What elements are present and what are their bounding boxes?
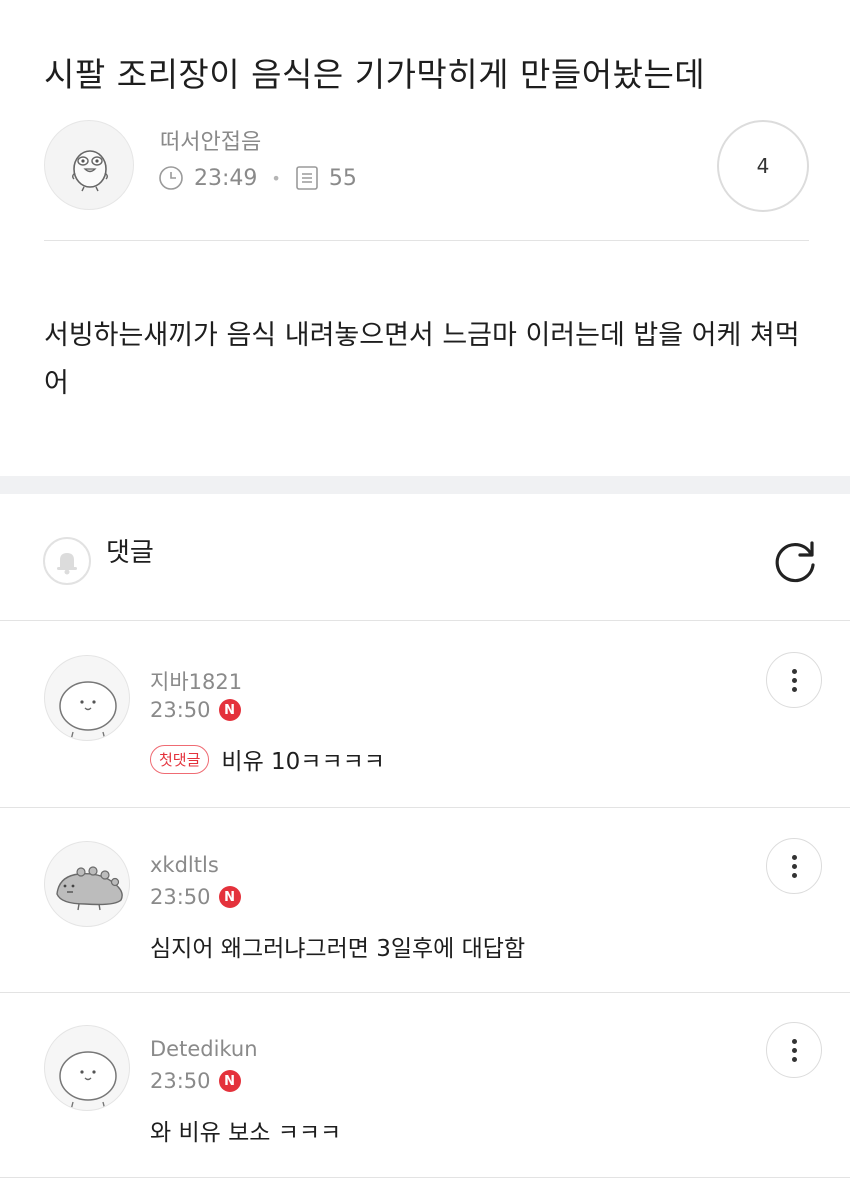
more-vertical-icon-dot — [791, 668, 797, 674]
comment-content: 와 비유 보소 ㅋㅋㅋ — [150, 1113, 341, 1147]
more-vertical-icon-dot — [791, 677, 797, 683]
comment-item: xkdltls 23:50 N 심지어 왜그러냐그러면 3일후에 대답함 — [0, 808, 850, 993]
comment-content: 심지어 왜그러냐그러면 3일후에 대답함 — [150, 929, 525, 963]
first-comment-badge: 첫댓글 — [150, 744, 210, 774]
post-title: 시팔 조리장이 음식은 기가막히게 만들어놨는데 — [44, 55, 706, 94]
comment-avatar[interactable] — [44, 655, 130, 741]
comment-text: 비유 10ㅋㅋㅋㅋ — [221, 749, 385, 775]
blob-character-icon — [59, 1051, 117, 1110]
comment-more-button[interactable] — [766, 1022, 822, 1078]
comment-avatar[interactable] — [44, 1025, 130, 1111]
comment-avatar[interactable] — [44, 841, 130, 927]
comment-text: 와 비유 보소 ㅋㅋㅋ — [150, 1120, 342, 1146]
comment-text: 심지어 왜그러냐그러면 3일후에 대답함 — [150, 936, 526, 962]
comment-item: 지바1821 23:50 N 첫댓글 비유 10ㅋㅋㅋㅋ — [0, 621, 850, 808]
new-badge: N — [218, 886, 241, 908]
clock-icon — [159, 166, 183, 190]
refresh-icon — [775, 541, 815, 583]
new-badge: N — [218, 1070, 241, 1092]
more-vertical-icon-dot — [791, 1038, 797, 1044]
more-vertical-icon-dot — [791, 872, 797, 878]
comment-item: Detedikun 23:50 N 와 비유 보소 ㅋㅋㅋ — [0, 993, 850, 1179]
blob-character-icon — [59, 681, 117, 740]
header-divider — [44, 240, 809, 241]
comment-meta: 23:50 N — [150, 698, 241, 722]
comments-title: 댓글 — [106, 538, 154, 568]
comment-author[interactable]: Detedikun — [150, 1037, 258, 1061]
comment-author[interactable]: 지바1821 — [150, 666, 242, 696]
comment-time: 23:50 — [150, 1069, 211, 1093]
notification-button[interactable] — [43, 537, 91, 585]
section-divider — [0, 476, 850, 494]
post-header: 시팔 조리장이 음식은 기가막히게 만들어놨는데 떠서안접음 23:49 • 5… — [0, 0, 850, 241]
comment-time: 23:50 — [150, 698, 211, 722]
comment-time: 23:50 — [150, 885, 211, 909]
comment-more-button[interactable] — [766, 838, 822, 894]
comment-more-button[interactable] — [766, 652, 822, 708]
more-vertical-icon-dot — [791, 1056, 797, 1062]
document-icon — [296, 166, 318, 190]
post-meta: 23:49 • 55 — [158, 164, 357, 192]
more-vertical-icon-dot — [791, 1047, 797, 1053]
view-count: 55 — [328, 165, 357, 191]
post-time: 23:49 — [194, 165, 258, 191]
dinosaur-character-icon — [56, 866, 123, 911]
refresh-button[interactable] — [770, 536, 820, 586]
comment-meta: 23:50 N — [150, 885, 241, 909]
comment-author[interactable]: xkdltls — [150, 853, 219, 877]
author-avatar[interactable] — [44, 120, 134, 210]
post-body: 서빙하는새끼가 음식 내려놓으면서 느금마 이러는데 밥을 어케 쳐먹어 — [44, 320, 800, 399]
more-vertical-icon-dot — [791, 854, 797, 860]
comment-meta: 23:50 N — [150, 1069, 241, 1093]
comment-content: 첫댓글 비유 10ㅋㅋㅋㅋ — [150, 742, 385, 776]
meta-separator: • — [271, 168, 281, 188]
comment-divider — [0, 1177, 850, 1178]
new-badge: N — [218, 699, 241, 721]
more-vertical-icon-dot — [791, 863, 797, 869]
bell-icon — [57, 553, 77, 575]
bird-character-icon — [72, 150, 108, 192]
more-vertical-icon-dot — [791, 686, 797, 692]
like-count: 4 — [756, 154, 770, 178]
author-name[interactable]: 떠서안접음 — [160, 124, 261, 156]
like-button[interactable]: 4 — [717, 120, 809, 212]
